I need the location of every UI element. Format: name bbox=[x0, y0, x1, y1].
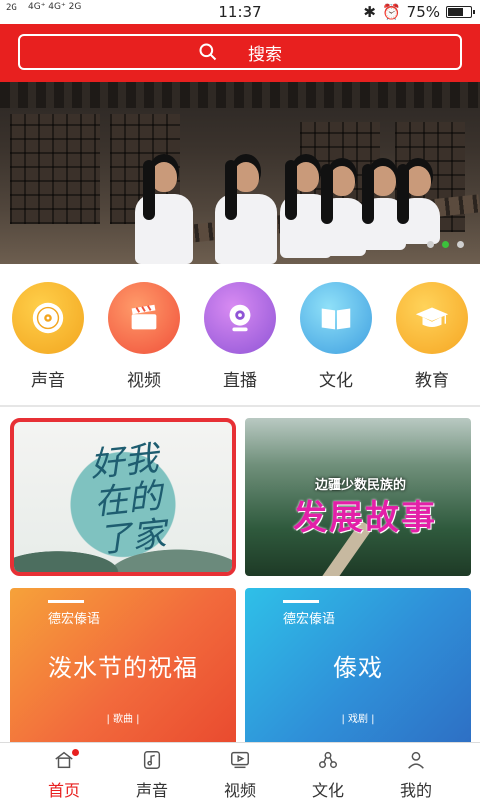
clapperboard-icon bbox=[131, 304, 157, 330]
feature-card-song[interactable]: 德宏傣语 泼水节的祝福 | 歌曲 | bbox=[10, 588, 236, 746]
category-icon-bg bbox=[12, 282, 84, 354]
category-label: 视频 bbox=[127, 371, 161, 391]
video-player-icon bbox=[231, 751, 249, 769]
banner-figure bbox=[135, 160, 193, 264]
category-icon-bg bbox=[300, 282, 372, 354]
culture-icon bbox=[319, 751, 337, 769]
open-book-icon bbox=[321, 308, 351, 330]
carousel-dot[interactable] bbox=[457, 241, 464, 248]
feature-card-opera[interactable]: 德宏傣语 傣戏 | 戏剧 | bbox=[245, 588, 471, 746]
card-brand-bar bbox=[48, 600, 84, 603]
battery-fill bbox=[448, 8, 463, 16]
calligraphy-char: 的 bbox=[126, 476, 165, 520]
tab-label: 声音 bbox=[135, 781, 168, 800]
bottom-tab-bar: 首页 声音 视频 文化 我的 bbox=[0, 742, 480, 800]
card-tag: | 戏剧 | bbox=[341, 714, 375, 725]
tab-video[interactable]: 视频 bbox=[192, 743, 288, 800]
status-bar: 2G 4G⁺ 4G⁺ 2G 11:37 ✱ ⏰ 75% bbox=[0, 0, 480, 24]
banner-lattice bbox=[10, 114, 100, 224]
card-tag: | 歌曲 | bbox=[106, 714, 140, 725]
category-icon-bg bbox=[396, 282, 468, 354]
calligraphy-char: 我 bbox=[122, 438, 161, 482]
section-divider bbox=[0, 405, 480, 407]
alarm-icon: ⏰ bbox=[381, 3, 401, 21]
carousel-dots bbox=[427, 241, 464, 248]
banner-figure bbox=[318, 164, 366, 256]
search-bar[interactable]: 搜索 bbox=[18, 34, 462, 70]
calligraphy-char: 好 bbox=[88, 442, 127, 486]
card-title: 傣戏 bbox=[333, 654, 383, 682]
tab-culture[interactable]: 文化 bbox=[280, 743, 376, 800]
search-label: 搜索 bbox=[248, 44, 282, 65]
card-title: 发展故事 bbox=[293, 498, 437, 538]
banner-carousel[interactable] bbox=[0, 82, 480, 264]
card-brand: 德宏傣语 bbox=[48, 612, 101, 627]
category-icon-bg bbox=[108, 282, 180, 354]
category-icon-bg bbox=[204, 282, 276, 354]
vinyl-disc-icon bbox=[32, 302, 64, 334]
category-culture[interactable]: 文化 bbox=[288, 282, 384, 391]
card-calligraphy: 好我 在的 了家 bbox=[88, 434, 219, 560]
tab-mine[interactable]: 我的 bbox=[368, 743, 464, 800]
category-label: 教育 bbox=[415, 371, 449, 391]
card-title: 泼水节的祝福 bbox=[48, 654, 198, 682]
notification-dot bbox=[72, 749, 79, 756]
category-label: 直播 bbox=[223, 371, 257, 391]
carousel-dot[interactable] bbox=[442, 241, 449, 248]
person-icon bbox=[408, 751, 424, 769]
graduation-cap-icon bbox=[415, 307, 449, 328]
carousel-dot[interactable] bbox=[427, 241, 434, 248]
category-row: 声音 视频 直播 文化 教育 bbox=[0, 282, 480, 392]
card-brand-bar bbox=[283, 600, 319, 603]
feature-card-home[interactable]: 好我 在的 了家 bbox=[10, 418, 236, 576]
webcam-icon bbox=[229, 304, 251, 332]
banner-roof bbox=[0, 82, 480, 108]
tab-label: 我的 bbox=[399, 781, 432, 800]
tab-home[interactable]: 首页 bbox=[16, 743, 112, 800]
bluetooth-icon: ✱ bbox=[363, 3, 376, 21]
category-label: 文化 bbox=[319, 371, 353, 391]
feature-card-development[interactable]: 边疆少数民族的 发展故事 bbox=[245, 418, 471, 576]
status-right: ✱ ⏰ 75% bbox=[363, 3, 475, 21]
category-video[interactable]: 视频 bbox=[96, 282, 192, 391]
music-note-icon bbox=[143, 751, 161, 769]
tab-sound[interactable]: 声音 bbox=[104, 743, 200, 800]
category-sound[interactable]: 声音 bbox=[0, 282, 96, 391]
card-brand: 德宏傣语 bbox=[283, 612, 336, 627]
tab-label: 文化 bbox=[311, 781, 344, 800]
search-icon bbox=[199, 43, 217, 61]
battery-percent: 75% bbox=[406, 3, 440, 21]
category-live[interactable]: 直播 bbox=[192, 282, 288, 391]
banner-figure bbox=[396, 164, 440, 244]
calligraphy-char: 家 bbox=[130, 514, 169, 558]
battery-icon bbox=[446, 6, 475, 18]
app-header: 搜索 bbox=[0, 24, 480, 82]
tab-label: 首页 bbox=[47, 781, 80, 800]
tab-label: 视频 bbox=[223, 781, 256, 800]
calligraphy-char: 了 bbox=[96, 517, 135, 561]
banner-figure bbox=[215, 160, 277, 264]
category-education[interactable]: 教育 bbox=[384, 282, 480, 391]
category-label: 声音 bbox=[31, 371, 65, 391]
calligraphy-char: 在 bbox=[92, 479, 131, 524]
